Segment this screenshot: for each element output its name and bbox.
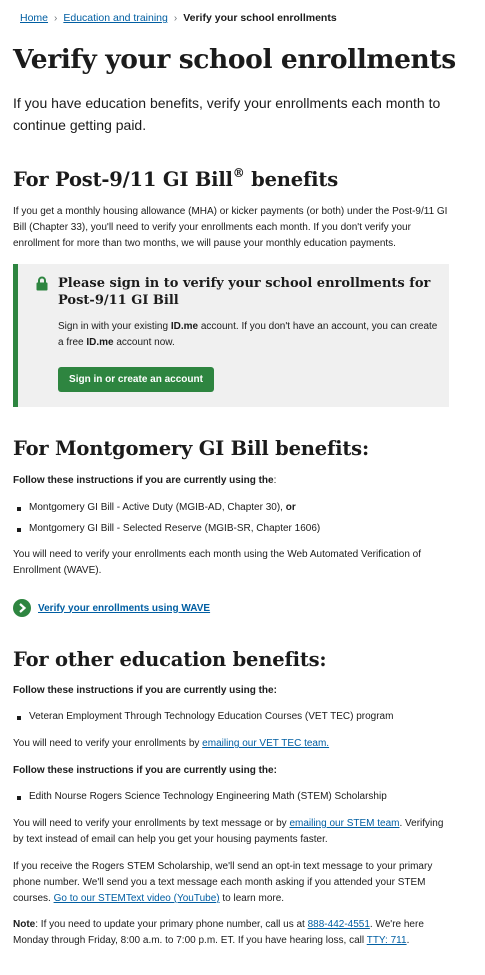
list-item: Veteran Employment Through Technology Ed… bbox=[13, 709, 393, 725]
wave-link[interactable]: Verify your enrollments using WAVE bbox=[38, 603, 210, 614]
post911-heading: For Post-9/11 GI Bill® benefits bbox=[13, 166, 338, 191]
wave-action-link[interactable]: Verify your enrollments using WAVE bbox=[13, 599, 210, 617]
instruction-text: Follow these instructions if you are cur… bbox=[13, 685, 277, 696]
idme-label: ID.me bbox=[86, 337, 114, 348]
instruction-colon: : bbox=[273, 475, 277, 486]
note-text: : If you need to update your primary pho… bbox=[35, 919, 308, 930]
page-title: Verify your school enrollments bbox=[13, 44, 456, 75]
alert-text: account now. bbox=[113, 337, 175, 348]
instruction-text: Follow these instructions if you are cur… bbox=[13, 475, 274, 486]
montgomery-body: You will need to verify your enrollments… bbox=[13, 549, 422, 576]
breadcrumb-home-link[interactable]: Home bbox=[20, 12, 48, 24]
list-item: Montgomery GI Bill - Selected Reserve (M… bbox=[13, 521, 320, 537]
list-item: Edith Nourse Rogers Science Technology E… bbox=[13, 789, 387, 805]
sign-in-alert: Please sign in to verify your school enr… bbox=[13, 264, 449, 407]
post911-heading-text: For Post-9/11 GI Bill bbox=[13, 168, 233, 191]
stem-text: You will need to verify your enrollments… bbox=[13, 818, 290, 829]
tty-link[interactable]: TTY: 711 bbox=[367, 935, 407, 946]
note-body: Note: If you need to update your primary… bbox=[13, 917, 449, 949]
montgomery-list: Montgomery GI Bill - Active Duty (MGIB-A… bbox=[13, 500, 296, 516]
vettec-body: You will need to verify your enrollments… bbox=[13, 736, 329, 752]
breadcrumb-separator: › bbox=[173, 12, 178, 24]
stem-email-link[interactable]: emailing our STEM team bbox=[289, 818, 399, 829]
rogers-text: to learn more. bbox=[219, 893, 285, 904]
list-item-text: Montgomery GI Bill - Active Duty (MGIB-A… bbox=[29, 502, 286, 513]
stemtext-video-link[interactable]: Go to our STEMText video (YouTube) bbox=[54, 893, 220, 904]
breadcrumb-separator: › bbox=[54, 12, 58, 24]
stem-list: Edith Nourse Rogers Science Technology E… bbox=[13, 789, 387, 805]
post911-body: If you get a monthly housing allowance (… bbox=[13, 206, 448, 249]
other-instruction-1: Follow these instructions if you are cur… bbox=[13, 683, 277, 699]
note-text: . bbox=[406, 935, 410, 946]
montgomery-heading: For Montgomery GI Bill benefits: bbox=[13, 437, 369, 460]
rogers-body: If you receive the Rogers STEM Scholarsh… bbox=[13, 859, 449, 907]
vettec-email-link[interactable]: emailing our VET TEC team. bbox=[202, 738, 329, 749]
alert-body: Sign in with your existing ID.me account… bbox=[58, 319, 443, 351]
lock-icon bbox=[36, 276, 48, 291]
breadcrumb: Home › Education and training › Verify y… bbox=[20, 12, 337, 24]
instruction-text: Follow these instructions if you are cur… bbox=[13, 765, 277, 776]
idme-label: ID.me bbox=[170, 321, 199, 332]
sign-in-button[interactable]: Sign in or create an account bbox=[58, 367, 214, 392]
montgomery-instruction: Follow these instructions if you are cur… bbox=[13, 473, 276, 489]
chevron-right-icon bbox=[13, 599, 31, 617]
list-item-emphasis: or bbox=[285, 502, 296, 513]
other-heading: For other education benefits: bbox=[13, 648, 327, 671]
alert-heading: Please sign in to verify your school enr… bbox=[58, 276, 431, 308]
intro-text: If you have education benefits, verify y… bbox=[13, 95, 441, 133]
note-label: Note bbox=[13, 919, 36, 930]
other-instruction-2: Follow these instructions if you are cur… bbox=[13, 763, 277, 779]
stem-body: You will need to verify your enrollments… bbox=[13, 816, 449, 848]
alert-text: Sign in with your existing bbox=[58, 321, 171, 332]
list-item: Montgomery GI Bill - Active Duty (MGIB-A… bbox=[13, 500, 296, 516]
phone-link[interactable]: 888-442-4551 bbox=[308, 919, 370, 930]
breadcrumb-education-link[interactable]: Education and training bbox=[63, 12, 168, 24]
montgomery-list: Montgomery GI Bill - Selected Reserve (M… bbox=[13, 521, 320, 537]
vettec-list: Veteran Employment Through Technology Ed… bbox=[13, 709, 393, 725]
vettec-text: You will need to verify your enrollments… bbox=[13, 738, 203, 749]
registered-mark: ® bbox=[232, 166, 245, 180]
post911-heading-suffix: benefits bbox=[244, 168, 338, 191]
breadcrumb-current: Verify your school enrollments bbox=[183, 12, 337, 24]
